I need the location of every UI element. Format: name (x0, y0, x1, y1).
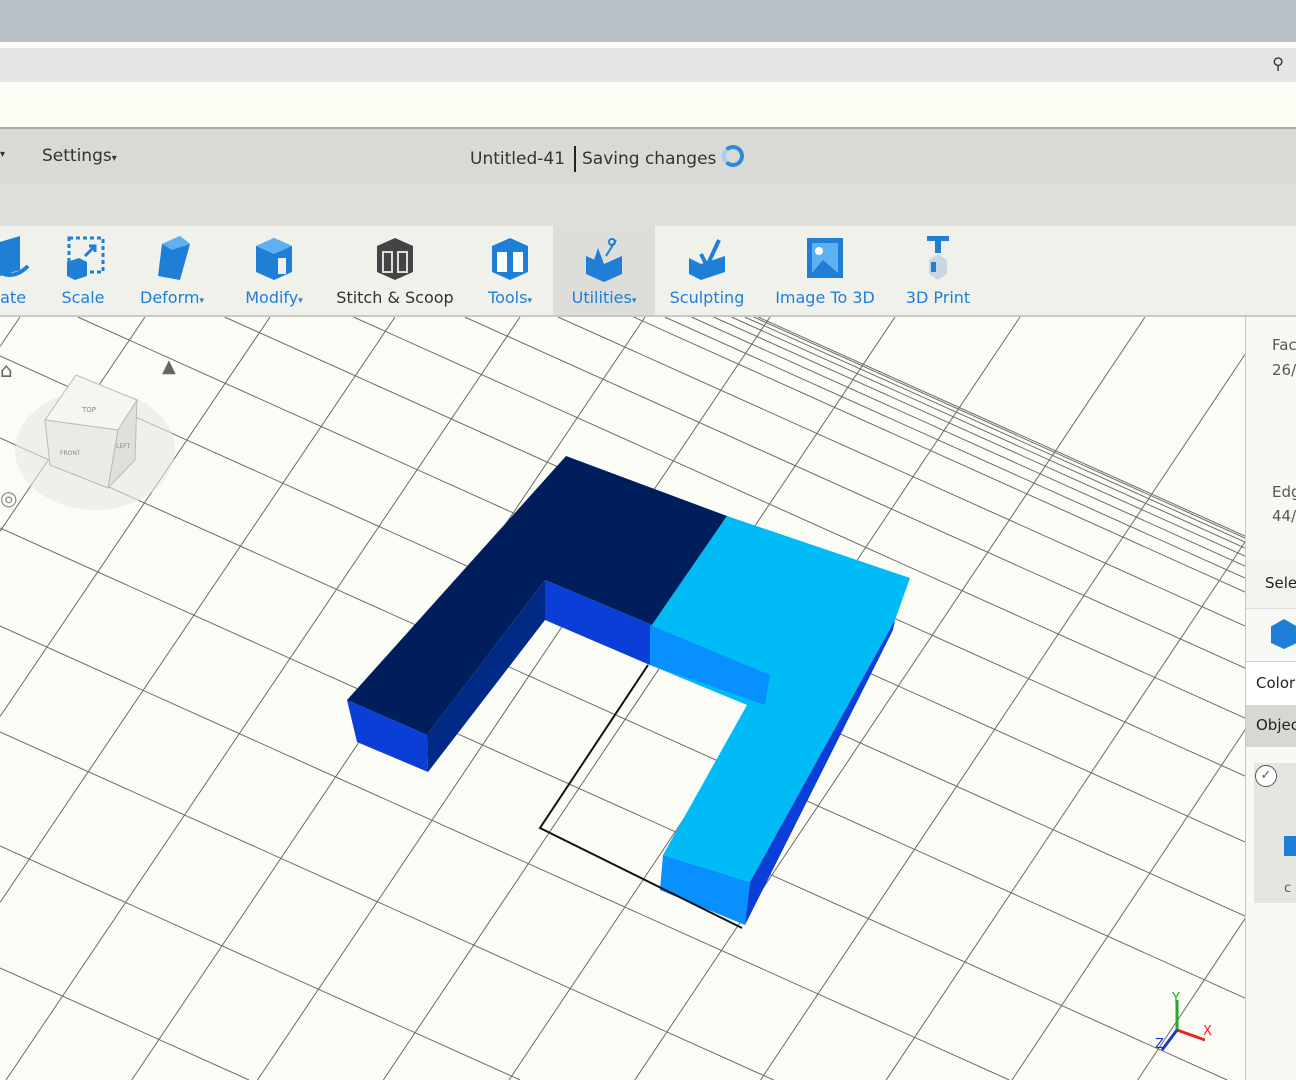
key-icon[interactable]: ⚲ (1272, 54, 1284, 73)
browser-top-bar (0, 0, 1296, 42)
viewcube-front-label: FRONT (60, 450, 81, 457)
axis-y-label: Y (1171, 991, 1180, 1006)
grid-line (0, 845, 521, 1080)
settings-label: Settings (42, 146, 112, 166)
grid-line (0, 317, 271, 717)
tool-rotate[interactable]: tate (0, 226, 40, 315)
tool-stitch-scoop[interactable]: Stitch & Scoop (335, 226, 455, 315)
3d-viewport[interactable]: TOP FRONT LEFT ⌂ ▲ ◎ Y X Z (0, 317, 1245, 1080)
view-mode-icon[interactable]: ▲ (162, 356, 176, 377)
image-to-3d-icon (807, 238, 843, 278)
object-thumbnail[interactable]: ✓ c (1254, 763, 1296, 903)
stitch-scoop-icon (377, 238, 413, 280)
view-cube[interactable]: TOP FRONT LEFT (15, 374, 175, 510)
rotate-icon (0, 236, 30, 277)
home-icon[interactable]: ⌂ (0, 358, 13, 382)
sub-bar (0, 184, 1296, 226)
objects-tab[interactable]: Objec (1256, 716, 1296, 734)
grid-line (713, 317, 1245, 557)
faces-value: 26/ (1272, 361, 1296, 379)
address-bar[interactable]: ⚲ (0, 48, 1296, 82)
divider (574, 146, 576, 172)
modify-icon (256, 238, 292, 280)
axis-gizmo: Y X Z (1155, 991, 1212, 1052)
save-status: Saving changes (582, 149, 717, 169)
document-title[interactable]: Untitled-41 (470, 149, 565, 169)
tools-icon (492, 238, 528, 280)
tool-tools[interactable]: Tools▾ (470, 226, 550, 315)
color-tab[interactable]: Color (1256, 674, 1295, 692)
tool-deform[interactable]: Deform▾ (130, 226, 214, 315)
grid-line (257, 317, 771, 1080)
select-label: Sele (1265, 574, 1296, 592)
grid-line (0, 317, 21, 347)
viewcube-top-label: TOP (81, 406, 96, 414)
viewcube-left-label: LEFT (116, 443, 130, 450)
3d-print-icon (927, 236, 949, 280)
deform-icon (158, 236, 190, 280)
spinner-icon (722, 145, 744, 167)
grid-line (634, 317, 1146, 1080)
settings-menu[interactable]: Settings▾ (42, 146, 117, 166)
axis-z-label: Z (1155, 1037, 1164, 1052)
object-name: c (1284, 881, 1292, 896)
objects-row: Objec (1246, 705, 1296, 747)
grid-line (757, 317, 1245, 537)
tool-image-to-3d[interactable]: Image To 3D (770, 226, 880, 315)
color-row: Color (1246, 661, 1296, 706)
menu-bar: ▾ Settings▾ Untitled-41 Saving changes (0, 129, 1296, 184)
grid-line (731, 317, 1245, 549)
properties-panel: Fac 26/ Edg 44/ Sele Color Objec ✓ c (1245, 317, 1296, 1080)
grid-line (691, 317, 1245, 567)
utilities-icon (586, 238, 622, 282)
tool-modify[interactable]: Modify▾ (232, 226, 316, 315)
header-area (0, 82, 1296, 129)
grid-line (1137, 918, 1245, 1080)
tool-3d-print[interactable]: 3D Print (900, 226, 976, 315)
axis-x-label: X (1203, 1024, 1212, 1039)
check-icon[interactable]: ✓ (1255, 765, 1277, 787)
edges-label: Edg (1272, 483, 1296, 501)
tool-scale[interactable]: Scale (55, 226, 111, 315)
object-cube-icon (1284, 836, 1296, 856)
sculpting-icon (689, 239, 725, 280)
globe-icon[interactable]: ◎ (0, 486, 17, 510)
grid-line (0, 731, 774, 1080)
toolbar: tate Scale Deform▾ Modify▾ Stitch & Scoo… (0, 226, 1296, 317)
faces-label: Fac (1272, 336, 1296, 354)
select-row: Sele (1246, 560, 1296, 609)
chevron-down-icon[interactable]: ▾ (0, 149, 5, 160)
tool-utilities[interactable]: Utilities▾ (553, 226, 655, 315)
grid-line (0, 967, 250, 1080)
edges-value: 44/ (1272, 507, 1296, 525)
tool-sculpting[interactable]: Sculpting (665, 226, 749, 315)
cube-icon[interactable] (1271, 619, 1296, 649)
grid-line (753, 317, 1245, 539)
scale-icon (67, 236, 105, 280)
